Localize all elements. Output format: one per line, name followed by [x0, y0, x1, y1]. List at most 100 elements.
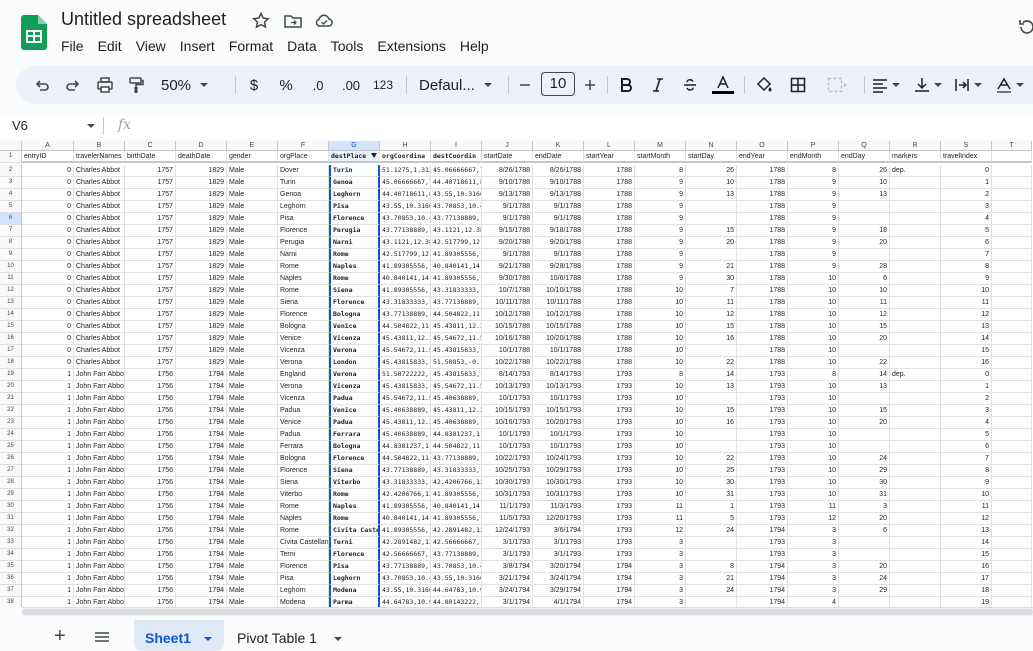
table-cell[interactable]: 10/15/1788: [482, 321, 533, 333]
table-cell[interactable]: 1793: [584, 537, 635, 549]
star-icon[interactable]: [251, 11, 271, 31]
table-cell[interactable]: [890, 345, 941, 357]
table-cell[interactable]: 1793: [584, 405, 635, 417]
table-cell[interactable]: Vicenza: [329, 381, 380, 393]
table-cell[interactable]: 10/31/1793: [533, 489, 584, 501]
table-cell[interactable]: [890, 249, 941, 261]
table-cell[interactable]: Turin: [278, 177, 329, 189]
table-cell[interactable]: Bologna: [278, 321, 329, 333]
table-cell[interactable]: 10: [635, 357, 686, 369]
table-cell[interactable]: 13: [941, 525, 992, 537]
table-cell[interactable]: Charles Abbot: [74, 165, 125, 177]
table-cell[interactable]: 22: [839, 357, 890, 369]
table-cell[interactable]: 11/5/1793: [482, 513, 533, 525]
version-history-icon[interactable]: [1018, 18, 1033, 36]
table-cell[interactable]: Leghorn: [278, 201, 329, 213]
table-cell[interactable]: 1: [22, 501, 74, 513]
table-cell[interactable]: Perugia: [278, 237, 329, 249]
table-cell[interactable]: 10: [788, 489, 839, 501]
table-cell[interactable]: 43.55,10.31666: [431, 573, 482, 585]
table-cell[interactable]: 1793: [737, 549, 788, 561]
table-cell[interactable]: 9: [788, 249, 839, 261]
table-cell[interactable]: John Farr Abbot: [74, 429, 125, 441]
table-cell[interactable]: 26: [686, 165, 737, 177]
table-cell[interactable]: Rome: [329, 273, 380, 285]
table-cell[interactable]: 10: [635, 333, 686, 345]
table-cell[interactable]: John Farr Abbot: [74, 381, 125, 393]
table-cell[interactable]: 10/30/1793: [482, 477, 533, 489]
column-header-n[interactable]: N: [686, 141, 737, 151]
table-cell[interactable]: 44.80143222,10: [431, 597, 482, 607]
table-cell[interactable]: John Farr Abbot: [74, 513, 125, 525]
table-cell[interactable]: Charles Abbot: [74, 285, 125, 297]
table-cell[interactable]: 1829: [176, 345, 227, 357]
table-cell[interactable]: 1788: [584, 165, 635, 177]
menu-file[interactable]: File: [54, 36, 91, 56]
table-cell[interactable]: 1756: [125, 393, 176, 405]
table-cell[interactable]: 10: [788, 405, 839, 417]
table-cell[interactable]: 9: [635, 213, 686, 225]
table-cell[interactable]: [992, 261, 1032, 273]
row-number[interactable]: 27: [0, 465, 22, 477]
table-cell[interactable]: 43.77138889,11.: [380, 225, 431, 237]
table-cell[interactable]: 13: [839, 189, 890, 201]
table-cell[interactable]: [839, 213, 890, 225]
table-cell[interactable]: 3/20/1794: [533, 561, 584, 573]
table-cell[interactable]: Male: [227, 597, 278, 607]
table-cell[interactable]: 9/1/1788: [482, 201, 533, 213]
table-cell[interactable]: 1788: [584, 285, 635, 297]
table-cell[interactable]: Male: [227, 537, 278, 549]
table-cell[interactable]: 9/20/1788: [482, 237, 533, 249]
table-cell[interactable]: Ferrara: [278, 441, 329, 453]
table-cell[interactable]: 1788: [584, 189, 635, 201]
table-cell[interactable]: 10/11/1788: [533, 297, 584, 309]
table-cell[interactable]: 1829: [176, 261, 227, 273]
table-cell[interactable]: Male: [227, 237, 278, 249]
table-cell[interactable]: 1829: [176, 177, 227, 189]
table-cell[interactable]: [992, 177, 1032, 189]
table-cell[interactable]: 1794: [176, 405, 227, 417]
table-cell[interactable]: 10: [635, 345, 686, 357]
text-rotation-button[interactable]: [994, 66, 1028, 104]
table-cell[interactable]: 9/10/1788: [482, 177, 533, 189]
table-cell[interactable]: [890, 513, 941, 525]
table-cell[interactable]: Perugia: [329, 225, 380, 237]
table-cell[interactable]: Charles Abbot: [74, 237, 125, 249]
table-cell[interactable]: 45.43811,12.31: [431, 321, 482, 333]
table-cell[interactable]: 1: [22, 381, 74, 393]
table-cell[interactable]: England: [278, 369, 329, 381]
table-cell[interactable]: Male: [227, 309, 278, 321]
font-size-input[interactable]: 10: [541, 72, 575, 96]
table-cell[interactable]: Leghorn: [329, 189, 380, 201]
table-cell[interactable]: 1793: [584, 525, 635, 537]
table-cell[interactable]: 40.840141,14.25: [380, 273, 431, 285]
table-cell[interactable]: 1788: [584, 213, 635, 225]
table-cell[interactable]: Florence: [329, 453, 380, 465]
row-number[interactable]: 23: [0, 417, 22, 429]
table-cell[interactable]: 10/15/1788: [533, 321, 584, 333]
table-cell[interactable]: 20: [839, 561, 890, 573]
table-cell[interactable]: 15: [686, 321, 737, 333]
table-cell[interactable]: 9: [788, 261, 839, 273]
table-cell[interactable]: 45.40638889,11: [431, 393, 482, 405]
table-cell[interactable]: 9: [635, 273, 686, 285]
table-cell[interactable]: 9: [788, 189, 839, 201]
table-cell[interactable]: 1: [22, 441, 74, 453]
table-cell[interactable]: 0: [22, 189, 74, 201]
row-number[interactable]: 2: [0, 165, 22, 177]
table-cell[interactable]: 10: [635, 393, 686, 405]
table-cell[interactable]: [890, 201, 941, 213]
table-cell[interactable]: 44.64783,10.92: [431, 585, 482, 597]
table-cell[interactable]: 2: [941, 189, 992, 201]
row-number[interactable]: 26: [0, 453, 22, 465]
table-cell[interactable]: [890, 441, 941, 453]
table-cell[interactable]: 1794: [737, 597, 788, 607]
table-cell[interactable]: 14: [941, 537, 992, 549]
table-cell[interactable]: 1757: [125, 177, 176, 189]
table-cell[interactable]: 13: [941, 321, 992, 333]
table-cell[interactable]: 0: [22, 357, 74, 369]
table-cell[interactable]: [890, 453, 941, 465]
table-cell[interactable]: 10: [635, 489, 686, 501]
table-cell[interactable]: [839, 345, 890, 357]
table-cell[interactable]: 1794: [584, 585, 635, 597]
